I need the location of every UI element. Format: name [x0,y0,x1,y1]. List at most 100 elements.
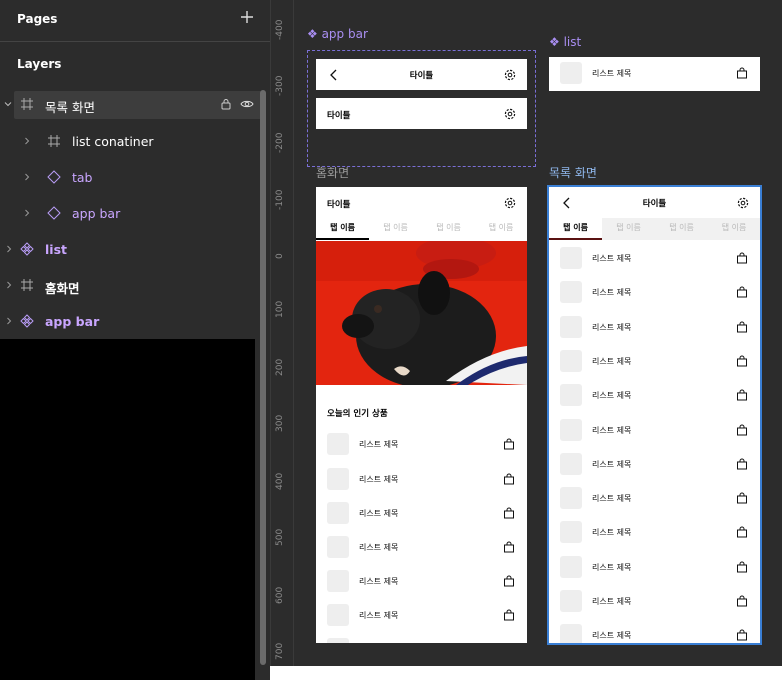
layer-list-container[interactable]: list conatiner [0,128,260,156]
layer-home-screen[interactable]: 홈화면 [0,272,260,300]
tab-2[interactable]: 탭 이름 [369,218,422,240]
list-item[interactable]: 리스트 제목 [316,599,527,633]
layer-label: list [45,242,67,257]
appbar-title: 타이틀 [409,71,434,81]
layer-list-component[interactable]: list [0,236,260,264]
ruler-tick: 100 [275,300,285,318]
pages-header[interactable]: Pages [0,0,270,42]
shopping-bag-icon [504,438,514,450]
design-canvas[interactable]: ❖ app bar 타이틀 타이틀 ❖ list 리스트 제목 홈화면 타이틀 … [294,0,782,666]
list-item-partial [316,633,527,643]
item-thumbnail [327,638,349,643]
tab-1[interactable]: 탭 이름 [316,218,369,240]
chevron-right-icon[interactable] [23,137,31,145]
item-thumbnail [327,604,349,626]
item-thumbnail [327,536,349,558]
ruler-tick: 0 [275,253,285,259]
pages-title: Pages [17,12,58,26]
list-screen-frame-label[interactable]: 목록 화면 [549,164,597,181]
ruler-tick: -400 [275,19,285,40]
shopping-bag-icon [504,575,514,587]
appbar-title: 타이틀 [327,111,351,121]
chevron-right-icon[interactable] [5,317,13,325]
vertical-ruler: -400 -300 -200 -100 0 100 200 300 400 50… [270,0,294,666]
layer-label: app bar [72,206,121,221]
list-item[interactable]: 리스트 제목 [549,57,760,91]
ruler-tick: 600 [275,586,285,604]
lock-icon[interactable] [219,97,233,111]
tab-3[interactable]: 탭 이름 [422,218,475,240]
item-title: 리스트 제목 [359,440,399,449]
ruler-tick: 300 [275,414,285,432]
list-component-label[interactable]: ❖ list [549,35,581,49]
home-appbar: 타이틀 [316,187,527,218]
layer-label: list conatiner [72,134,154,149]
layer-label: tab [72,170,93,185]
chevron-right-icon[interactable] [23,209,31,217]
list-item[interactable]: 리스트 제목 [316,428,527,462]
list-component[interactable]: 리스트 제목 [549,57,760,91]
layers-scrollbar[interactable] [260,90,266,665]
bottom-strip [270,666,782,680]
item-title: 리스트 제목 [359,475,399,484]
gear-icon [504,69,516,81]
item-title: 리스트 제목 [359,509,399,518]
empty-panel-area [0,339,255,680]
component-icon [20,314,34,328]
ruler-tick: 500 [275,528,285,546]
tab-4[interactable]: 탭 이름 [475,218,527,240]
ruler-tick: 700 [275,642,285,660]
item-thumbnail [560,62,582,84]
eye-icon[interactable] [240,97,254,111]
chevron-right-icon[interactable] [23,173,31,181]
layer-tab[interactable]: tab [0,164,260,192]
chevron-down-icon[interactable] [4,100,12,108]
item-title: 리스트 제목 [359,577,399,586]
home-frame-label[interactable]: 홈화면 [316,164,349,181]
item-title: 리스트 제목 [359,611,399,620]
hero-pug-image [316,241,527,385]
item-thumbnail [327,433,349,455]
section-title: 오늘의 인기 상품 [327,409,388,419]
frame-icon [48,135,60,147]
appbar-component-label[interactable]: ❖ app bar [307,27,368,41]
gear-icon [504,197,516,209]
layers-panel: Pages Layers 목록 화면 list conatiner tab ap… [0,0,270,680]
appbar-title: 타이틀 [327,200,351,210]
item-title: 리스트 제목 [359,543,399,552]
layer-app-bar-component[interactable]: app bar [0,308,260,336]
list-item[interactable]: 리스트 제목 [316,531,527,565]
frame-icon [21,98,33,110]
ruler-tick: -100 [275,189,285,210]
instance-icon [47,170,61,184]
home-screen[interactable]: 타이틀 탭 이름 탭 이름 탭 이름 탭 이름 오늘의 인기 상품 리스트 제목… [316,187,527,643]
component-icon [20,242,34,256]
list-item[interactable]: 리스트 제목 [316,463,527,497]
add-page-icon[interactable] [238,8,256,26]
shopping-bag-icon [504,507,514,519]
ruler-tick: -300 [275,75,285,96]
selection-outline [547,185,762,645]
layer-app-bar-instance[interactable]: app bar [0,200,260,228]
item-thumbnail [327,570,349,592]
item-thumbnail [327,502,349,524]
list-item[interactable]: 리스트 제목 [316,565,527,599]
appbar-variant-plain[interactable]: 타이틀 [316,98,527,129]
layer-label: 목록 화면 [45,100,95,115]
home-tab-bar: 탭 이름 탭 이름 탭 이름 탭 이름 [316,218,527,240]
frame-icon [21,279,33,291]
shopping-bag-icon [504,473,514,485]
layer-label: app bar [45,314,100,329]
chevron-right-icon[interactable] [5,281,13,289]
chevron-right-icon[interactable] [5,245,13,253]
list-item[interactable]: 리스트 제목 [316,497,527,531]
layer-list-screen[interactable]: 목록 화면 [4,91,262,119]
layer-label: 홈화면 [45,281,80,296]
item-thumbnail [327,468,349,490]
instance-icon [47,206,61,220]
shopping-bag-icon [504,541,514,553]
ruler-tick: 200 [275,358,285,376]
appbar-variant-back[interactable]: 타이틀 [316,59,527,90]
shopping-bag-icon [504,609,514,621]
ruler-tick: 400 [275,472,285,490]
